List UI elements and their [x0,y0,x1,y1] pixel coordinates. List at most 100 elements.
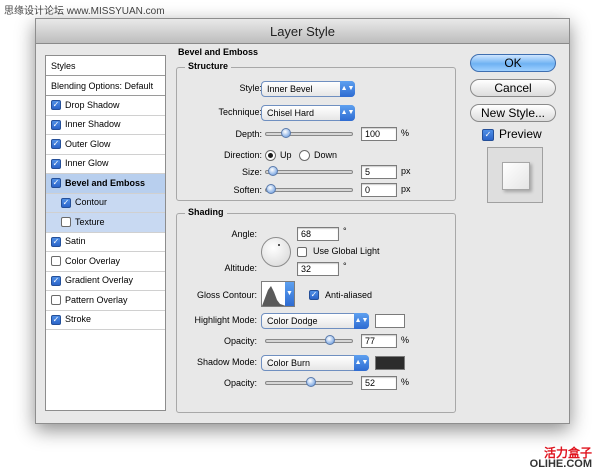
style-item-checkbox[interactable]: ✓ [51,158,61,169]
highlight-opacity-unit: % [401,335,410,345]
chevron-down-icon[interactable]: ▼ [285,282,294,306]
shading-panel: Shading Angle: 68 ° Use Global Light Alt… [176,207,456,413]
style-item-checkbox[interactable] [51,256,61,267]
anti-aliased-label: Anti-aliased [325,290,373,300]
shadow-mode-label: Shadow Mode: [196,357,257,367]
global-light-label: Use Global Light [313,246,380,256]
highlight-mode-select[interactable]: Color Dodge ▲▼ [261,313,369,329]
direction-up-radio[interactable] [265,150,276,161]
shadow-opacity-knob[interactable] [305,377,316,387]
styles-header[interactable]: Styles [46,56,165,76]
style-item-checkbox[interactable]: ✓ [51,100,61,111]
soften-field[interactable]: 0 [361,183,397,197]
highlight-opacity-knob[interactable] [324,335,335,345]
angle-dial[interactable] [261,237,291,267]
direction-down-radio[interactable] [299,150,310,161]
layer-style-dialog: Layer Style Styles Blending Options: Def… [35,18,570,424]
cancel-button[interactable]: Cancel [470,79,556,97]
preview-checkbox[interactable]: ✓ [482,129,494,141]
preview-swatch [502,162,530,190]
style-item-label: Satin [65,236,86,246]
angle-dial-marker [278,244,280,246]
altitude-label: Altitude: [224,263,257,273]
size-slider-knob[interactable] [267,166,278,176]
style-item-checkbox[interactable] [61,217,71,228]
shadow-color-swatch[interactable] [375,356,405,370]
preview-thumbnail [487,147,543,203]
gloss-contour-label: Gloss Contour: [196,290,257,300]
new-style-button[interactable]: New Style... [470,104,556,122]
soften-slider[interactable] [265,184,353,194]
style-item-inner-shadow[interactable]: ✓ Inner Shadow [46,116,165,135]
shadow-mode-select[interactable]: Color Burn ▲▼ [261,355,369,371]
technique-label: Technique: [218,107,262,117]
updown-arrow-icon: ▲▼ [340,81,355,97]
style-item-color-overlay[interactable]: Color Overlay [46,252,165,272]
style-item-texture[interactable]: Texture [46,213,165,233]
gloss-contour-thumbnail[interactable]: ▼ [261,281,295,307]
style-item-checkbox[interactable]: ✓ [51,314,61,325]
technique-value: Chisel Hard [267,108,315,118]
shadow-opacity-field[interactable]: 52 [361,376,397,390]
angle-label: Angle: [231,229,257,239]
style-item-inner-glow[interactable]: ✓ Inner Glow [46,155,165,174]
style-item-checkbox[interactable]: ✓ [51,275,61,286]
direction-down-label: Down [314,150,338,160]
style-item-label: Outer Glow [65,138,111,149]
preview-label: Preview [499,127,542,141]
highlight-opacity-field[interactable]: 77 [361,334,397,348]
style-item-bevel-and-emboss[interactable]: ✓ Bevel and Emboss [46,174,165,194]
size-field[interactable]: 5 [361,165,397,179]
ok-button[interactable]: OK [470,54,556,72]
soften-unit: px [401,184,411,194]
soften-slider-knob[interactable] [266,184,276,194]
depth-field[interactable]: 100 [361,127,397,141]
angle-field[interactable]: 68 [297,227,339,241]
style-item-label: Stroke [65,314,92,324]
style-item-checkbox[interactable]: ✓ [51,178,61,189]
style-item-label: Inner Shadow [65,119,121,129]
style-item-contour[interactable]: ✓ Contour [46,193,165,213]
style-item-label: Bevel and Emboss [65,177,146,188]
dialog-title: Layer Style [36,19,569,44]
anti-aliased-checkbox[interactable]: ✓ [309,290,319,300]
angle-unit: ° [343,226,347,236]
style-item-checkbox[interactable]: ✓ [51,236,61,247]
soften-label: Soften: [233,185,262,195]
direction-up-label: Up [280,150,292,160]
shadow-opacity-slider[interactable] [265,377,353,387]
style-item-checkbox[interactable]: ✓ [51,119,61,130]
style-item-stroke[interactable]: ✓ Stroke [46,311,165,330]
depth-slider-knob[interactable] [281,128,292,138]
style-label: Style: [239,83,262,93]
style-item-label: Texture [75,216,105,227]
style-item-gradient-overlay[interactable]: ✓ Gradient Overlay [46,272,165,291]
structure-title: Structure [185,61,232,71]
depth-slider[interactable] [265,128,353,138]
highlight-opacity-label: Opacity: [223,336,257,346]
style-item-checkbox[interactable]: ✓ [61,197,71,208]
global-light-checkbox[interactable] [297,247,307,257]
technique-select[interactable]: Chisel Hard ▲▼ [261,105,355,121]
style-item-checkbox[interactable] [51,295,61,306]
bevel-group-title: Bevel and Emboss [178,47,259,57]
style-item-label: Color Overlay [65,255,121,266]
highlight-mode-label: Highlight Mode: [194,315,257,325]
style-item-satin[interactable]: ✓ Satin [46,233,165,252]
shadow-opacity-unit: % [401,377,410,387]
altitude-field[interactable]: 32 [297,262,339,276]
style-item-checkbox[interactable]: ✓ [51,139,61,150]
highlight-mode-value: Color Dodge [267,316,318,326]
shadow-opacity-label: Opacity: [223,378,257,388]
highlight-opacity-slider[interactable] [265,335,353,345]
size-slider[interactable] [265,166,353,176]
blending-options[interactable]: Blending Options: Default [46,76,165,96]
style-select[interactable]: Inner Bevel ▲▼ [261,81,355,97]
style-item-drop-shadow[interactable]: ✓ Drop Shadow [46,96,165,116]
style-item-label: Contour [75,197,108,207]
updown-arrow-icon: ▲▼ [354,313,369,329]
style-item-label: Pattern Overlay [65,294,128,305]
highlight-color-swatch[interactable] [375,314,405,328]
style-item-outer-glow[interactable]: ✓ Outer Glow [46,135,165,155]
style-item-pattern-overlay[interactable]: Pattern Overlay [46,291,165,311]
